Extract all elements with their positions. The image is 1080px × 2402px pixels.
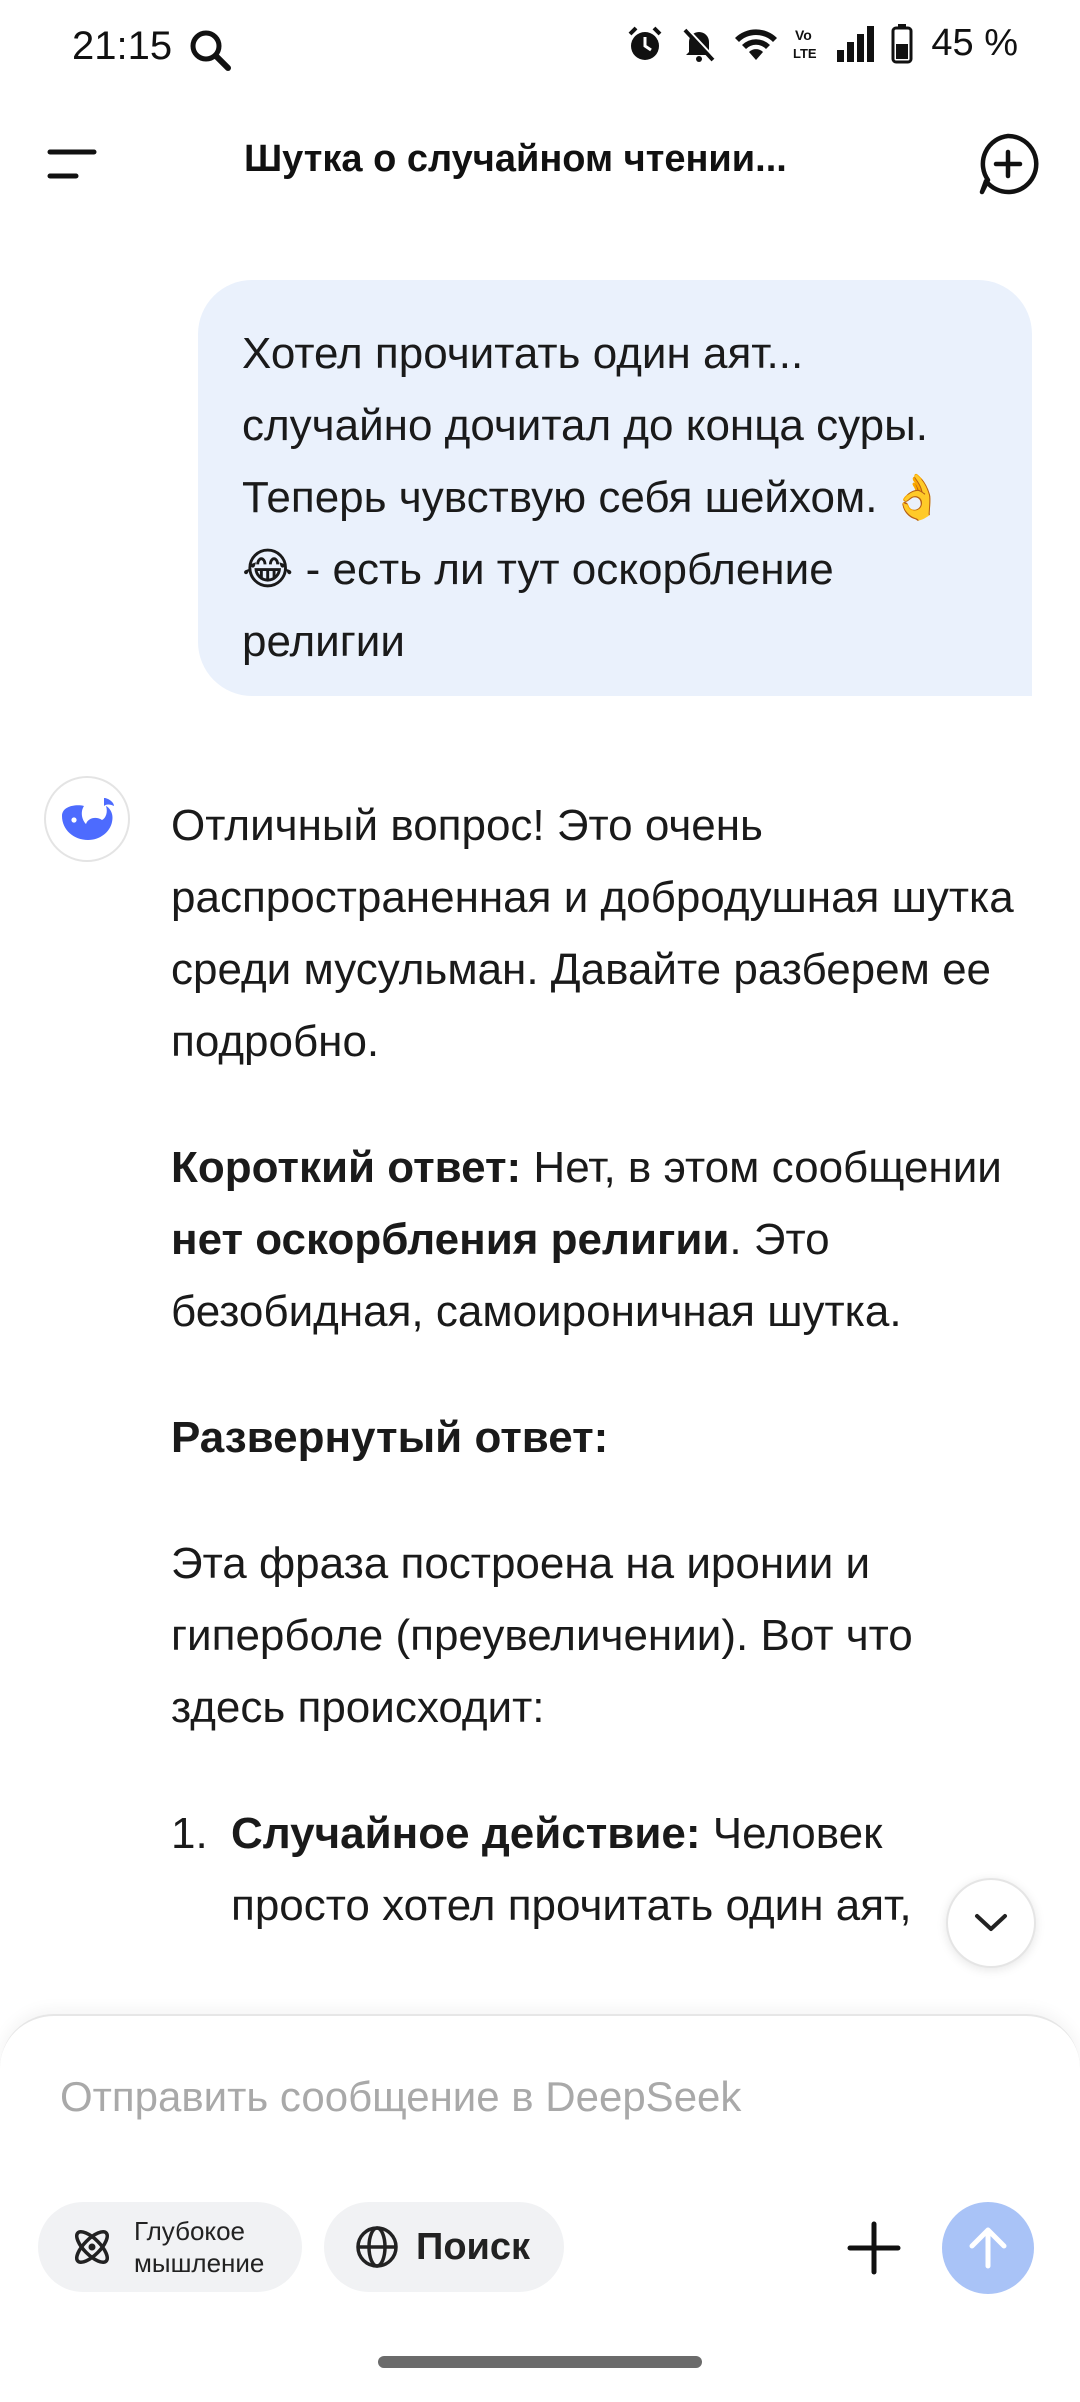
search-icon bbox=[188, 28, 232, 72]
assistant-message: Отличный вопрос! Это очень распространен… bbox=[171, 790, 1031, 1942]
short-answer-text-1: Нет, в этом сообщении bbox=[521, 1143, 1002, 1192]
answer-explanation: Эта фраза построена на иронии и гипербол… bbox=[171, 1539, 913, 1732]
svg-text:LTE: LTE bbox=[793, 46, 817, 61]
send-button[interactable] bbox=[942, 2202, 1034, 2294]
message-composer: Глубокое мышление Поиск bbox=[0, 2014, 1080, 2402]
svg-text:Vo: Vo bbox=[795, 27, 812, 43]
status-time: 21:15 bbox=[72, 24, 173, 68]
short-answer-bold: нет оскорбления религии bbox=[171, 1215, 730, 1264]
expanded-answer-label: Развернутый ответ: bbox=[171, 1413, 609, 1462]
deep-thinking-label: Глубокое мышление bbox=[134, 2216, 265, 2278]
chat-title[interactable]: Шутка о случайном чтении... bbox=[244, 138, 787, 181]
atom-icon bbox=[75, 2230, 109, 2264]
chevron-down-icon bbox=[975, 1914, 1007, 1931]
list-item: 1. Случайное действие: Человек просто хо… bbox=[171, 1798, 1031, 1942]
battery-percent: 45 % bbox=[931, 22, 1018, 64]
answer-expanded-heading: Развернутый ответ: bbox=[171, 1402, 1031, 1474]
deepseek-whale-icon bbox=[62, 798, 114, 840]
home-indicator[interactable] bbox=[378, 2356, 702, 2368]
battery-icon bbox=[891, 23, 913, 64]
deep-thinking-toggle[interactable]: Глубокое мышление bbox=[38, 2202, 302, 2292]
volte-icon: Vo LTE bbox=[793, 24, 821, 64]
status-icons: Vo LTE 45 % bbox=[625, 22, 1018, 65]
wifi-icon bbox=[733, 24, 779, 64]
new-chat-button[interactable] bbox=[974, 130, 1042, 198]
search-toggle[interactable]: Поиск bbox=[324, 2202, 564, 2292]
attach-button[interactable] bbox=[842, 2216, 906, 2280]
user-message-bubble[interactable]: Хотел прочитать один аят... случайно доч… bbox=[198, 280, 1032, 696]
answer-intro: Отличный вопрос! Это очень распространен… bbox=[171, 801, 1014, 1066]
plus-icon bbox=[847, 2221, 901, 2275]
list-item-content: Случайное действие: Человек просто хотел… bbox=[231, 1798, 1031, 1942]
status-bar: 21:15 Vo LTE 45 % bbox=[0, 0, 1080, 100]
mute-icon bbox=[679, 24, 719, 64]
signal-icon bbox=[835, 24, 877, 64]
answer-short: Короткий ответ: Нет, в этом сообщении не… bbox=[171, 1132, 1031, 1348]
globe-icon bbox=[356, 2226, 398, 2268]
assistant-avatar bbox=[44, 776, 130, 862]
short-answer-label: Короткий ответ: bbox=[171, 1143, 522, 1192]
arrow-up-icon bbox=[969, 2227, 1007, 2269]
search-label: Поиск bbox=[416, 2225, 531, 2268]
chat-header: Шутка о случайном чтении... bbox=[0, 120, 1080, 208]
list-item-bold: Случайное действие: bbox=[231, 1809, 701, 1858]
new-chat-icon bbox=[979, 133, 1039, 195]
message-input[interactable] bbox=[58, 2072, 962, 2122]
user-message-text: Хотел прочитать один аят... случайно доч… bbox=[242, 329, 945, 666]
list-item-number: 1. bbox=[171, 1809, 208, 1858]
scroll-to-bottom-button[interactable] bbox=[946, 1878, 1036, 1968]
menu-icon bbox=[47, 149, 97, 179]
menu-button[interactable] bbox=[40, 136, 104, 192]
alarm-icon bbox=[625, 24, 665, 64]
